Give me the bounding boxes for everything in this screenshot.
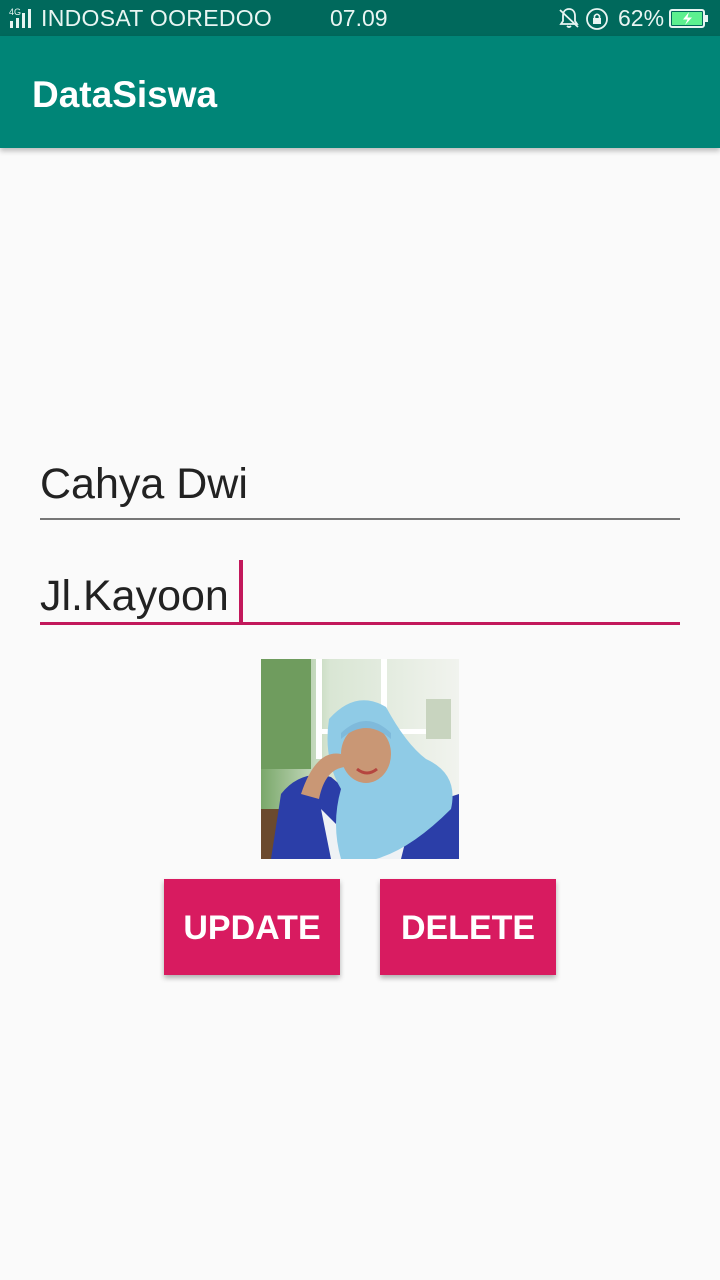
address-input-value: Jl.Kayoon [40, 572, 229, 620]
status-time: 07.09 [330, 5, 388, 31]
address-field[interactable]: Jl.Kayoon [40, 560, 680, 625]
status-bar: 4G INDOSAT OOREDOO 07.09 62% [0, 0, 720, 36]
carrier-name: INDOSAT OOREDOO [41, 5, 273, 31]
app-bar: DataSiswa [0, 36, 720, 148]
photo-image [261, 659, 459, 859]
bell-off-icon [559, 8, 579, 28]
student-photo [261, 659, 459, 859]
rotation-lock-icon [586, 8, 608, 30]
app-title: DataSiswa [32, 74, 218, 115]
delete-button[interactable]: DELETE [380, 879, 556, 975]
text-cursor [238, 560, 243, 622]
network-type-label: 4G [9, 7, 21, 17]
signal-icon: 4G [9, 7, 31, 28]
battery-percent: 62% [618, 5, 665, 31]
name-field[interactable]: Cahya Dwi [40, 460, 680, 520]
update-button[interactable]: UPDATE [164, 879, 340, 975]
battery-charging-icon [669, 9, 708, 28]
name-input-value: Cahya Dwi [40, 460, 248, 508]
